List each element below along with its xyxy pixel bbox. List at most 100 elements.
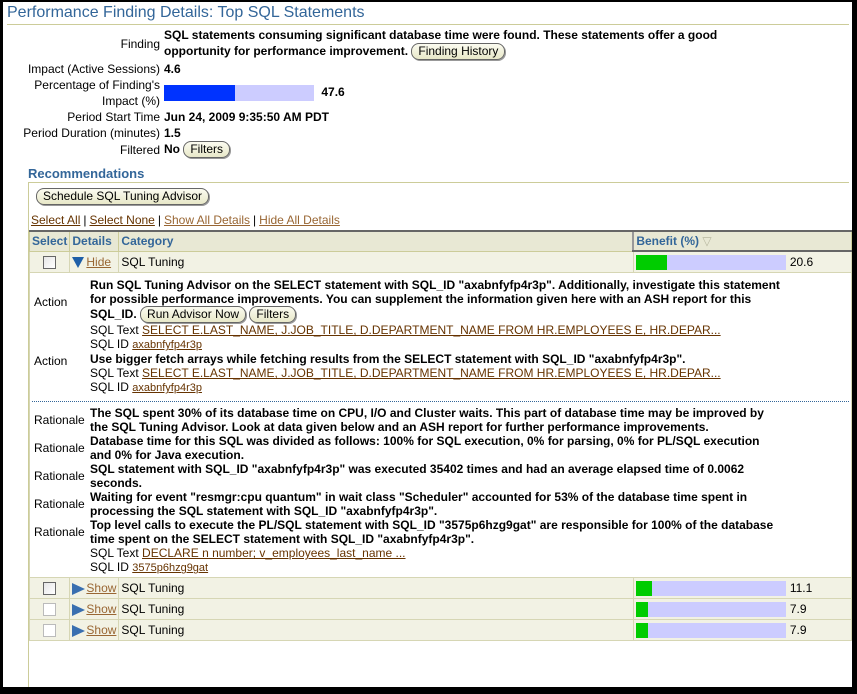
- sql-text-label: SQL Text: [90, 323, 139, 338]
- selection-links: Select All | Select None | Show All Details |…: [31, 213, 340, 227]
- rationale-body: SQL statement with SQL_ID "axabnfyfp4r3p…: [90, 462, 849, 490]
- rationale-text-line: and 0% for Java execution.: [90, 448, 245, 463]
- show-details-link[interactable]: Show: [86, 581, 116, 595]
- expand-triangle-icon[interactable]: [72, 625, 86, 638]
- rationale-text-line: The SQL spent 30% of its database time o…: [90, 406, 764, 421]
- table-row: Show SQL Tuning 7.9: [28, 598, 852, 621]
- rationale-block: Rationale Waiting for event "resmgr:cpu …: [32, 490, 849, 518]
- impact-value: 4.6: [164, 62, 181, 76]
- action-text-last: SQL_ID. Run Advisor Now Filters: [90, 306, 849, 324]
- finding-history-button[interactable]: Finding History: [411, 43, 506, 61]
- show-details-link[interactable]: Show: [86, 602, 116, 616]
- action-body: Run SQL Tuning Advisor on the SELECT sta…: [90, 278, 849, 352]
- period-start-label: Period Start Time: [67, 110, 160, 124]
- detail-cell: Action Run SQL Tuning Advisor on the SEL…: [29, 271, 852, 579]
- hide-all-details-link[interactable]: Hide All Details: [259, 213, 340, 227]
- benefit-bar-fill: [635, 580, 653, 596]
- rationale-label: Rationale: [34, 469, 85, 484]
- expand-triangle-icon[interactable]: [72, 604, 86, 617]
- link-separator: |: [83, 213, 87, 227]
- sql-text-link[interactable]: SELECT E.LAST_NAME, J.JOB_TITLE, D.DEPAR…: [142, 366, 721, 380]
- rationale-label: Rationale: [34, 441, 85, 456]
- category-cell: SQL Tuning: [118, 577, 634, 600]
- rationale-body: Database time for this SQL was divided a…: [90, 434, 849, 462]
- action-block: Action Use bigger fetch arrays while fet…: [32, 352, 849, 395]
- percentage-value: 47.6: [321, 85, 345, 99]
- benefit-cell: 7.9: [632, 619, 852, 642]
- row-checkbox[interactable]: [43, 255, 57, 269]
- collapse-triangle-icon[interactable]: [72, 257, 85, 269]
- rationale-block: Rationale SQL statement with SQL_ID "axa…: [32, 462, 849, 490]
- expand-triangle-icon[interactable]: [72, 583, 86, 596]
- impact-label: Impact (Active Sessions): [27, 62, 160, 76]
- action-block: Action Run SQL Tuning Advisor on the SEL…: [32, 278, 849, 352]
- show-all-details-link[interactable]: Show All Details: [164, 213, 250, 227]
- action-text-line: for possible performance improvements. Y…: [90, 292, 752, 306]
- rationale-text-line: time spent on the SELECT statement with …: [90, 532, 475, 547]
- benefit-cell: 7.9: [632, 598, 852, 621]
- sql-text-link[interactable]: DECLARE n number; v_employees_last_name …: [142, 546, 405, 560]
- details-cell: Show: [69, 577, 120, 600]
- action-text-line: SQL_ID.: [90, 307, 137, 321]
- column-header-benefit[interactable]: Benefit (%) ▽: [632, 230, 852, 252]
- select-none-link[interactable]: Select None: [89, 213, 154, 227]
- sql-id-link[interactable]: axabnfyfp4r3p: [132, 382, 202, 394]
- sql-id-label: SQL ID: [90, 337, 129, 352]
- action-filters-button[interactable]: Filters: [249, 306, 297, 324]
- select-cell: [28, 598, 71, 621]
- page: Performance Finding Details: Top SQL Sta…: [3, 2, 852, 687]
- benefit-bar-fill: [635, 254, 667, 270]
- link-separator: |: [157, 213, 161, 227]
- column-header-details: Details: [69, 230, 120, 252]
- run-advisor-now-button[interactable]: Run Advisor Now: [140, 306, 247, 324]
- sql-id-link[interactable]: 3575p6hzg9gat: [132, 562, 208, 574]
- table-header-row: Select Details Category Benefit (%) ▽: [28, 230, 852, 252]
- sql-text-link[interactable]: SELECT E.LAST_NAME, J.JOB_TITLE, D.DEPAR…: [142, 323, 721, 337]
- benefit-bar: [635, 254, 786, 270]
- benefit-cell: 11.1: [632, 577, 852, 600]
- select-cell: [28, 619, 71, 642]
- benefit-header-label: Benefit (%): [636, 234, 699, 248]
- rationale-block: Rationale Database time for this SQL was…: [32, 434, 849, 462]
- table-row: Show SQL Tuning 7.9: [28, 619, 852, 642]
- filters-button[interactable]: Filters: [183, 141, 231, 159]
- percentage-label-line1: Percentage of Finding's: [34, 78, 160, 92]
- table-row: Show SQL Tuning 11.1: [28, 577, 852, 600]
- table-row: Hide SQL Tuning 20.6: [28, 250, 852, 273]
- filtered-label: Filtered: [119, 143, 160, 157]
- finding-text: opportunity for performance improvement.…: [164, 43, 506, 61]
- details-cell: Show: [69, 598, 120, 621]
- column-header-category: Category: [118, 230, 634, 252]
- row-checkbox[interactable]: [43, 582, 57, 596]
- benefit-bar: [635, 580, 786, 596]
- select-all-link[interactable]: Select All: [31, 213, 80, 227]
- benefit-bar: [635, 601, 786, 617]
- details-cell: Hide: [69, 250, 120, 273]
- period-duration-value: 1.5: [164, 126, 181, 140]
- sql-text-line: SQL Text SELECT E.LAST_NAME, J.JOB_TITLE…: [90, 366, 849, 380]
- title-divider: [7, 24, 849, 25]
- sql-id-link[interactable]: axabnfyfp4r3p: [132, 339, 202, 351]
- sort-descending-icon[interactable]: ▽: [702, 234, 711, 248]
- hide-details-link[interactable]: Hide: [86, 255, 111, 269]
- show-details-link[interactable]: Show: [86, 623, 116, 637]
- recommendation-detail: Action Run SQL Tuning Advisor on the SEL…: [32, 273, 849, 577]
- rationale-text-line: Top level calls to execute the PL/SQL st…: [90, 518, 774, 533]
- benefit-value: 11.1: [789, 581, 813, 596]
- rationale-text-line: Database time for this SQL was divided a…: [90, 434, 760, 449]
- row-checkbox[interactable]: [43, 624, 57, 638]
- benefit-bar: [635, 622, 786, 638]
- percentage-label-line2: Impact (%): [101, 94, 160, 108]
- benefit-value: 7.9: [789, 602, 807, 617]
- sql-text-label: SQL Text: [90, 546, 139, 561]
- action-label: Action: [34, 354, 68, 369]
- category-cell: SQL Tuning: [118, 598, 634, 621]
- rationale-text-line: Waiting for event "resmgr:cpu quantum" i…: [90, 490, 748, 505]
- finding-text-line1: SQL statements consuming significant dat…: [164, 28, 718, 42]
- schedule-sql-tuning-advisor-button[interactable]: Schedule SQL Tuning Advisor: [36, 188, 209, 205]
- column-header-select: Select: [28, 230, 71, 252]
- row-checkbox[interactable]: [43, 603, 57, 617]
- rationale-body: Waiting for event "resmgr:cpu quantum" i…: [90, 490, 849, 518]
- benefit-value: 7.9: [789, 623, 807, 638]
- rationale-block: Rationale The SQL spent 30% of its datab…: [32, 406, 849, 434]
